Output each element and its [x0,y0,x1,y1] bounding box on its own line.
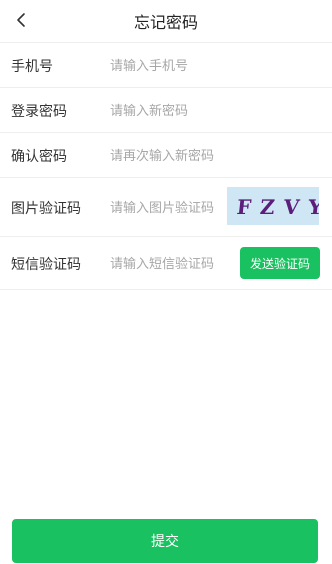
phone-label: 手机号 [11,59,53,75]
password-label: 登录密码 [11,104,67,120]
confirm-password-label: 确认密码 [11,149,67,165]
submit-button[interactable]: 提交 [12,519,318,563]
captcha-label: 图片验证码 [11,201,81,217]
sms-label: 短信验证码 [11,257,81,273]
captcha-image[interactable]: FZVY [227,187,332,225]
phone-input[interactable] [110,57,315,75]
captcha-input[interactable] [110,199,220,217]
confirm-password-input[interactable] [110,147,315,165]
captcha-glyphs: FZVY [236,195,332,219]
page-title: 忘记密码 [133,13,198,32]
captcha-text: FZVY [236,195,319,219]
confirm-password-row: 确认密码 [0,133,332,178]
send-code-button[interactable]: 发送验证码 [240,247,320,279]
password-input[interactable] [110,102,315,120]
sms-code-input[interactable] [110,255,228,273]
phone-row: 手机号 [0,43,332,88]
header-bar: 忘记密码 [0,0,332,43]
password-row: 登录密码 [0,88,332,133]
